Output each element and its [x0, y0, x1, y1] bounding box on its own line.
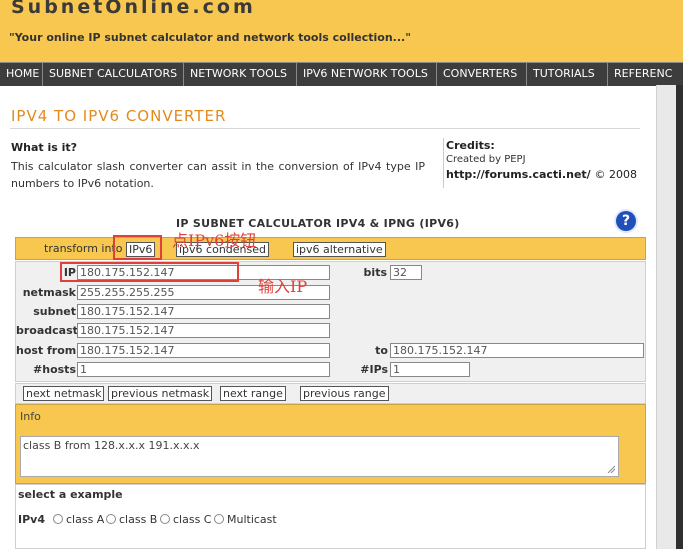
right-sidebar-edge [676, 85, 683, 549]
nav-item-subnet-calculators[interactable]: SUBNET CALCULATORS [43, 63, 184, 86]
ip-input-highlight [60, 262, 239, 282]
click-ipv6-annotation: 点IPv6按钮 [172, 231, 257, 250]
enter-ip-annotation: 输入IP [258, 277, 308, 296]
page-title: IPV4 TO IPV6 CONVERTER [11, 107, 227, 125]
nav-item-network-tools[interactable]: NETWORK TOOLS [184, 63, 297, 86]
info-textarea[interactable]: class B from 128.x.x.x 191.x.x.x [20, 436, 619, 477]
next-range-button[interactable]: next range [220, 386, 286, 401]
netmask-label: netmask [22, 286, 76, 299]
subnet-input[interactable]: 180.175.152.147 [77, 304, 330, 319]
nav-item-ipv6-network-tools[interactable]: IPV6 NETWORK TOOLS [297, 63, 437, 86]
bits-label: bits [363, 266, 387, 279]
ipv4-label: IPv4 [18, 513, 45, 526]
next-netmask-button[interactable]: next netmask [23, 386, 105, 401]
host-from-input[interactable]: 180.175.152.147 [77, 343, 330, 358]
credits-link[interactable]: http://forums.cacti.net/ [446, 168, 591, 181]
broadcast-input[interactable]: 180.175.152.147 [77, 323, 330, 338]
ipv6-button-highlight [113, 235, 162, 260]
transform-label: transform into [44, 242, 123, 255]
title-divider [10, 128, 640, 129]
credits-box: Credits: Created by PEPJ http://forums.c… [443, 138, 644, 188]
host-to-input[interactable]: 180.175.152.147 [390, 343, 644, 358]
class-b-label[interactable]: class B [119, 513, 157, 526]
ipv6-alternative-button[interactable]: ipv6 alternative [293, 242, 386, 257]
ips-label: #IPs [360, 363, 388, 376]
example-title: select a example [18, 488, 123, 501]
host-from-label: host from [16, 344, 77, 357]
hosts-input[interactable]: 1 [77, 362, 330, 377]
ips-input[interactable]: 1 [390, 362, 470, 377]
multicast-label[interactable]: Multicast [227, 513, 277, 526]
class-b-radio[interactable] [106, 514, 116, 524]
credits-author: Created by PEPJ [446, 154, 526, 165]
hosts-label: #hosts [33, 363, 76, 376]
nav-item-tutorials[interactable]: TUTORIALS [527, 63, 608, 86]
info-label: Info [20, 410, 41, 423]
class-a-radio[interactable] [53, 514, 63, 524]
resize-handle-icon[interactable] [607, 465, 615, 473]
subnet-label: subnet [33, 305, 76, 318]
site-tagline: "Your online IP subnet calculator and ne… [9, 31, 411, 44]
class-c-label[interactable]: class C [173, 513, 211, 526]
nav-item-converters[interactable]: CONVERTERS [437, 63, 527, 86]
main-nav: HOME SUBNET CALCULATORS NETWORK TOOLS IP… [0, 62, 683, 86]
help-icon[interactable]: ? [616, 211, 636, 231]
broadcast-label: broadcast [16, 324, 78, 337]
credits-line: http://forums.cacti.net/ © 2008 [446, 166, 644, 183]
site-logo[interactable]: SubnetOnline.com [11, 0, 256, 18]
credits-title: Credits: [446, 139, 495, 152]
what-is-it-heading: What is it? [11, 141, 78, 154]
bits-input[interactable]: 32 [390, 265, 422, 280]
class-a-label[interactable]: class A [66, 513, 104, 526]
class-c-radio[interactable] [160, 514, 170, 524]
info-text: class B from 128.x.x.x 191.x.x.x [23, 439, 200, 452]
previous-netmask-button[interactable]: previous netmask [108, 386, 213, 401]
description-text: This calculator slash converter can assi… [11, 160, 425, 190]
nav-item-reference[interactable]: REFERENC [608, 63, 683, 86]
nav-item-home[interactable]: HOME [0, 63, 43, 86]
multicast-radio[interactable] [214, 514, 224, 524]
to-label: to [375, 344, 388, 357]
previous-range-button[interactable]: previous range [300, 386, 389, 401]
credits-year: © 2008 [594, 168, 638, 181]
